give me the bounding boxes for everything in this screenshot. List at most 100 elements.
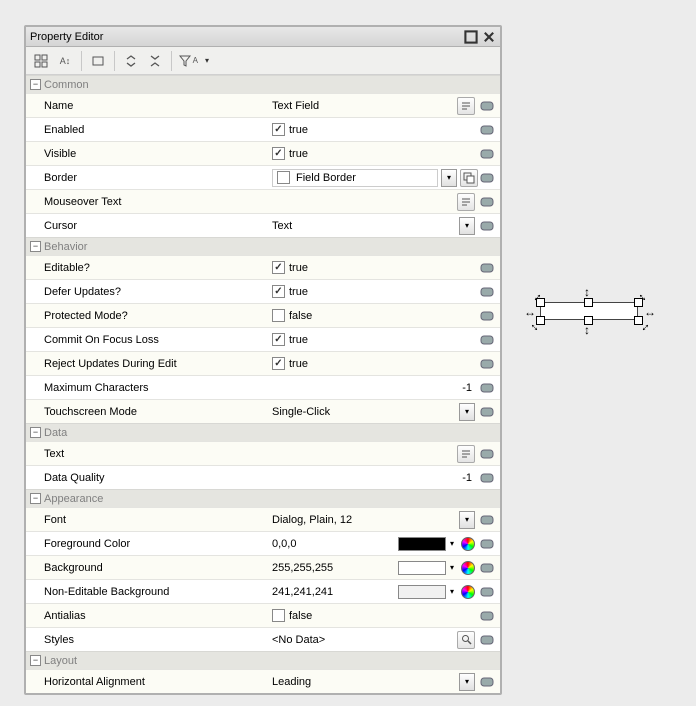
collapse-toggle-icon[interactable]: − — [30, 427, 41, 438]
bgcolor-value[interactable]: 255,255,255 — [270, 562, 398, 574]
sort-az-button[interactable]: A↕ — [54, 50, 76, 72]
toggle-form-button[interactable] — [87, 50, 109, 72]
color-swatch-dropdown[interactable]: ▾ — [398, 537, 458, 551]
bind-icon[interactable] — [478, 331, 496, 349]
bind-icon[interactable] — [478, 445, 496, 463]
bind-icon[interactable] — [478, 673, 496, 691]
row-protected: Protected Mode? false — [26, 303, 500, 327]
row-dataquality: Data Quality -1 — [26, 465, 500, 489]
fgcolor-value[interactable]: 0,0,0 — [270, 538, 398, 550]
name-value[interactable]: Text Field — [270, 100, 457, 112]
collapse-toggle-icon[interactable]: − — [30, 79, 41, 90]
row-styles: Styles <No Data> — [26, 627, 500, 651]
section-label: Common — [44, 79, 89, 91]
collapse-toggle-icon[interactable]: − — [30, 655, 41, 666]
border-popup-icon[interactable] — [460, 169, 478, 187]
row-font: Font Dialog, Plain, 12 ▾ — [26, 507, 500, 531]
bind-icon[interactable] — [478, 259, 496, 277]
bind-icon[interactable] — [478, 403, 496, 421]
section-appearance[interactable]: − Appearance — [26, 489, 500, 507]
bind-icon[interactable] — [478, 559, 496, 577]
collapse-all-button[interactable] — [144, 50, 166, 72]
checkbox-icon[interactable] — [272, 261, 285, 274]
bind-icon[interactable] — [478, 217, 496, 235]
bind-icon[interactable] — [478, 121, 496, 139]
bind-icon[interactable] — [478, 535, 496, 553]
resize-handle-n[interactable] — [584, 298, 593, 307]
section-behavior[interactable]: − Behavior — [26, 237, 500, 255]
styles-value[interactable]: <No Data> — [270, 634, 457, 646]
edit-text-icon[interactable] — [457, 445, 475, 463]
section-data[interactable]: − Data — [26, 423, 500, 441]
maximize-icon[interactable] — [464, 30, 478, 44]
toolbar-separator — [81, 51, 82, 71]
arrow-up-icon: ↕ — [584, 286, 590, 298]
halign-value[interactable]: Leading — [270, 676, 459, 688]
row-visible: Visible true — [26, 141, 500, 165]
row-editable: Editable? true — [26, 255, 500, 279]
color-wheel-icon[interactable] — [461, 561, 475, 575]
toolbar: A↕ A ▾ — [26, 47, 500, 75]
checkbox-icon[interactable] — [272, 309, 285, 322]
color-wheel-icon[interactable] — [461, 537, 475, 551]
bind-icon[interactable] — [478, 145, 496, 163]
font-value[interactable]: Dialog, Plain, 12 — [270, 514, 459, 526]
bind-icon[interactable] — [478, 469, 496, 487]
dropdown-button[interactable]: ▾ — [459, 511, 475, 529]
expand-all-button[interactable] — [120, 50, 142, 72]
row-text: Text — [26, 441, 500, 465]
edit-text-icon[interactable] — [457, 97, 475, 115]
dropdown-button[interactable]: ▾ — [459, 403, 475, 421]
bind-icon[interactable] — [478, 355, 496, 373]
textfield-preview[interactable]: ↕ ↕ ↔ ↔ ↔ ↔ ↔ ↔ — [524, 288, 654, 332]
cursor-value[interactable]: Text — [270, 220, 459, 232]
collapse-toggle-icon[interactable]: − — [30, 493, 41, 504]
edit-text-icon[interactable] — [457, 193, 475, 211]
row-enabled: Enabled true — [26, 117, 500, 141]
border-combo[interactable]: Field Border — [272, 169, 438, 187]
checkbox-icon[interactable] — [272, 333, 285, 346]
maxchar-value[interactable]: -1 — [270, 382, 478, 394]
section-label: Behavior — [44, 241, 87, 253]
checkbox-icon[interactable] — [272, 357, 285, 370]
close-icon[interactable] — [482, 30, 496, 44]
bind-icon[interactable] — [478, 307, 496, 325]
bind-icon[interactable] — [478, 583, 496, 601]
filter-button[interactable]: A — [177, 50, 199, 72]
bind-icon[interactable] — [478, 97, 496, 115]
checkbox-icon[interactable] — [272, 609, 285, 622]
bind-icon[interactable] — [478, 193, 496, 211]
row-bgcolor: Background 255,255,255 ▾ — [26, 555, 500, 579]
search-icon[interactable] — [457, 631, 475, 649]
checkbox-icon[interactable] — [277, 171, 290, 184]
checkbox-icon[interactable] — [272, 147, 285, 160]
color-swatch-dropdown[interactable]: ▾ — [398, 561, 458, 575]
row-defer: Defer Updates? true — [26, 279, 500, 303]
dropdown-button[interactable]: ▾ — [441, 169, 457, 187]
toolbar-separator — [171, 51, 172, 71]
section-layout[interactable]: − Layout — [26, 651, 500, 669]
dropdown-button[interactable]: ▾ — [459, 217, 475, 235]
row-cursor: Cursor Text ▾ — [26, 213, 500, 237]
touchmode-value[interactable]: Single-Click — [270, 406, 459, 418]
checkbox-icon[interactable] — [272, 123, 285, 136]
bind-icon[interactable] — [478, 607, 496, 625]
row-nebgcolor: Non-Editable Background 241,241,241 ▾ — [26, 579, 500, 603]
categorized-view-button[interactable] — [30, 50, 52, 72]
arrow-right-icon: ↔ — [644, 306, 656, 318]
bind-icon[interactable] — [478, 169, 496, 187]
color-wheel-icon[interactable] — [461, 585, 475, 599]
collapse-toggle-icon[interactable]: − — [30, 241, 41, 252]
bind-icon[interactable] — [478, 379, 496, 397]
dataquality-value[interactable]: -1 — [270, 472, 478, 484]
nebgcolor-value[interactable]: 241,241,241 — [270, 586, 398, 598]
row-fgcolor: Foreground Color 0,0,0 ▾ — [26, 531, 500, 555]
color-swatch-dropdown[interactable]: ▾ — [398, 585, 458, 599]
checkbox-icon[interactable] — [272, 285, 285, 298]
dropdown-button[interactable]: ▾ — [459, 673, 475, 691]
bind-icon[interactable] — [478, 511, 496, 529]
filter-dropdown-button[interactable]: ▾ — [201, 50, 213, 72]
section-common[interactable]: − Common — [26, 75, 500, 93]
bind-icon[interactable] — [478, 283, 496, 301]
bind-icon[interactable] — [478, 631, 496, 649]
